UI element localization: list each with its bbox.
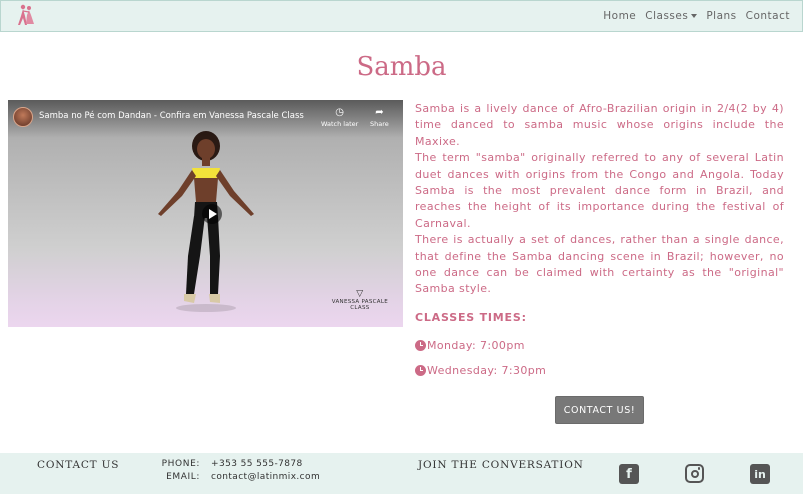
share-label: Share xyxy=(370,120,389,128)
phone-label: PHONE: xyxy=(161,459,200,469)
watch-later-label: Watch later xyxy=(321,120,359,128)
page-title: Samba xyxy=(356,52,447,82)
instagram-icon[interactable] xyxy=(685,464,704,483)
nav-classes-label: Classes xyxy=(645,10,689,22)
class-time-monday: Monday: 7:00pm xyxy=(415,339,525,352)
instagram-lens xyxy=(690,469,699,478)
share-arrow-icon: ➦ xyxy=(375,107,384,118)
classes-times-heading: CLASSES TIMES: xyxy=(415,311,527,324)
description-paragraph: The term "samba" originally referred to … xyxy=(415,151,784,230)
contact-us-button[interactable]: CONTACT US! xyxy=(555,396,644,424)
dancing-couple-logo[interactable] xyxy=(13,3,39,29)
footer: CONTACT US PHONE: +353 55 555-7878 EMAIL… xyxy=(0,453,803,494)
navbar: Home Classes Plans Contact xyxy=(0,0,803,32)
chevron-down-icon xyxy=(691,14,698,18)
nav-classes-dropdown[interactable]: Classes xyxy=(645,10,698,22)
samba-description: Samba is a lively dance of Afro-Brazilia… xyxy=(415,101,784,298)
linkedin-icon[interactable]: in xyxy=(750,464,770,484)
class-time-label: Monday: 7:00pm xyxy=(427,339,525,352)
instagram-dot xyxy=(697,467,700,470)
nav-home-link[interactable]: Home xyxy=(603,10,636,22)
class-time-label: Wednesday: 7:30pm xyxy=(427,364,547,377)
nav-links: Home Classes Plans Contact xyxy=(603,10,790,22)
clock-icon: ◷ xyxy=(335,107,345,118)
v-logo-icon: ▽ xyxy=(356,289,364,299)
clock-icon xyxy=(415,340,426,351)
clock-icon xyxy=(415,365,426,376)
vanessa-pascale-watermark: ▽ VANESSA PASCALE CLASS xyxy=(332,289,388,312)
nav-plans-link[interactable]: Plans xyxy=(706,10,736,22)
play-icon xyxy=(209,209,217,219)
class-time-wednesday: Wednesday: 7:30pm xyxy=(415,364,546,377)
channel-avatar[interactable] xyxy=(13,107,33,127)
watermark-line-2: CLASS xyxy=(350,305,370,311)
email-label: EMAIL: xyxy=(166,472,200,482)
footer-contact-heading: CONTACT US xyxy=(37,459,120,471)
watch-later-button[interactable]: ◷ Watch later xyxy=(321,106,358,128)
description-paragraph: There is actually a set of dances, rathe… xyxy=(415,233,784,296)
nav-contact-link[interactable]: Contact xyxy=(746,10,790,22)
phone-value[interactable]: +353 55 555-7878 xyxy=(211,459,303,469)
description-paragraph: Samba is a lively dance of Afro-Brazilia… xyxy=(415,102,784,148)
video-title[interactable]: Samba no Pé com Dandan - Confira em Vane… xyxy=(39,111,304,121)
footer-join-heading: JOIN THE CONVERSATION xyxy=(418,459,584,471)
facebook-icon[interactable]: f xyxy=(619,464,639,484)
youtube-video-player[interactable]: Samba no Pé com Dandan - Confira em Vane… xyxy=(8,100,403,327)
email-value[interactable]: contact@latinmix.com xyxy=(211,472,320,482)
play-button[interactable] xyxy=(202,204,222,224)
share-button[interactable]: ➦ Share xyxy=(370,106,389,128)
